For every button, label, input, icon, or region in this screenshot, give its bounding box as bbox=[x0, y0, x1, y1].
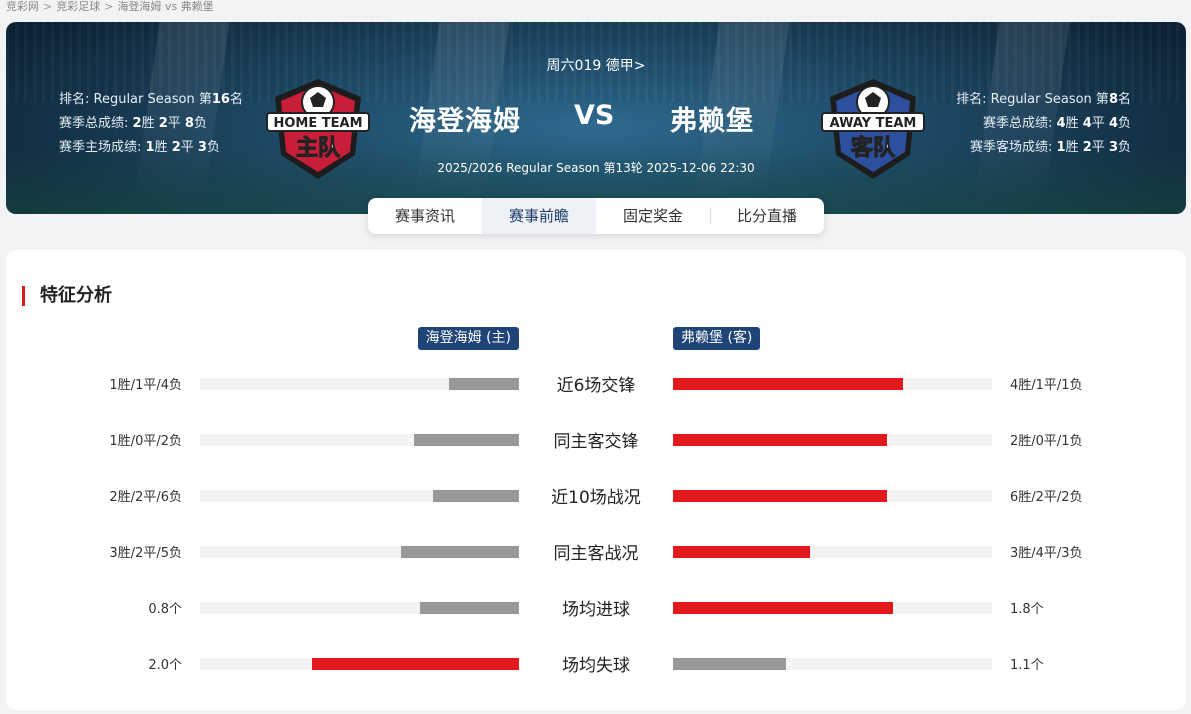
vs-label: VS bbox=[574, 100, 615, 131]
feature-label: 场均失球 bbox=[562, 656, 630, 676]
feature-row: 2胜/2平/6负 近10场战况 6胜/2平/2负 bbox=[6, 481, 1186, 511]
feature-row: 1胜/0平/2负 同主客交锋 2胜/0平/1负 bbox=[6, 425, 1186, 455]
svg-text:客队: 客队 bbox=[851, 135, 896, 161]
home-season-record: 赛季总成绩: 2胜 2平 8负 bbox=[59, 116, 207, 131]
away-feature-bar-track bbox=[673, 546, 992, 558]
home-feature-bar bbox=[413, 434, 519, 446]
home-feature-bar bbox=[432, 490, 519, 502]
home-feature-bar bbox=[400, 546, 519, 558]
breadcrumb-current: 海登海姆 vs 弗赖堡 bbox=[117, 0, 214, 13]
home-rank: 排名: Regular Season 第16名 bbox=[59, 92, 243, 107]
home-feature-value: 3胜/2平/5负 bbox=[109, 546, 182, 561]
feature-label: 近6场交锋 bbox=[556, 376, 636, 396]
section-title: 特征分析 bbox=[22, 286, 112, 306]
svg-text:AWAY TEAM: AWAY TEAM bbox=[830, 116, 917, 131]
away-feature-bar bbox=[673, 434, 887, 446]
away-venue-record: 赛季客场成绩: 1胜 2平 3负 bbox=[970, 140, 1131, 155]
home-venue-record: 赛季主场成绩: 1胜 2平 3负 bbox=[59, 140, 220, 155]
away-team-tag: 弗赖堡 (客) bbox=[673, 327, 761, 350]
home-team-name[interactable]: 海登海姆 bbox=[409, 99, 521, 138]
tab-live-score[interactable]: 比分直播 bbox=[710, 198, 824, 234]
breadcrumb: 竞彩网 > 竞彩足球 > 海登海姆 vs 弗赖堡 bbox=[6, 0, 214, 16]
home-team-tag: 海登海姆 (主) bbox=[417, 327, 519, 350]
away-rank: 排名: Regular Season 第8名 bbox=[956, 92, 1131, 107]
svg-text:HOME TEAM: HOME TEAM bbox=[273, 116, 362, 131]
tab-fixed-odds[interactable]: 固定奖金 bbox=[596, 198, 710, 234]
away-feature-bar-track bbox=[673, 378, 992, 390]
home-feature-value: 0.8个 bbox=[148, 602, 182, 617]
feature-label: 场均进球 bbox=[562, 600, 630, 620]
match-header-banner: 周六019 德甲> 排名: Regular Season 第16名 赛季总成绩:… bbox=[6, 22, 1186, 214]
feature-row: 3胜/2平/5负 同主客战况 3胜/4平/3负 bbox=[6, 537, 1186, 567]
away-feature-bar bbox=[673, 378, 903, 390]
away-feature-value: 1.8个 bbox=[1010, 602, 1044, 617]
home-feature-value: 1胜/0平/2负 bbox=[109, 434, 182, 449]
away-feature-bar bbox=[673, 602, 894, 614]
feature-label: 同主客交锋 bbox=[553, 432, 639, 452]
away-feature-value: 2胜/0平/1负 bbox=[1010, 434, 1083, 449]
away-team-stats: 排名: Regular Season 第8名 赛季总成绩: 4胜 4平 4负 赛… bbox=[956, 88, 1131, 160]
home-feature-bar bbox=[311, 658, 519, 670]
away-team-name[interactable]: 弗赖堡 bbox=[670, 99, 754, 138]
feature-row: 0.8个 场均进球 1.8个 bbox=[6, 593, 1186, 623]
breadcrumb-football-link[interactable]: 竞彩足球 bbox=[56, 0, 100, 13]
tab-match-info[interactable]: 赛事资讯 bbox=[368, 198, 482, 234]
home-feature-value: 2.0个 bbox=[148, 658, 182, 673]
match-season-round-datetime: 2025/2026 Regular Season 第13轮 2025-12-06… bbox=[437, 161, 755, 175]
feature-analysis-card: 特征分析 海登海姆 (主) 弗赖堡 (客) 1胜/1平/4负 近6场交锋 4胜/1平… bbox=[6, 250, 1186, 710]
home-feature-bar-track bbox=[200, 490, 519, 502]
svg-text:主队: 主队 bbox=[296, 136, 341, 161]
home-feature-bar-track bbox=[200, 658, 519, 670]
away-feature-bar bbox=[673, 658, 787, 670]
away-feature-bar-track bbox=[673, 658, 992, 670]
breadcrumb-separator: > bbox=[43, 0, 53, 13]
home-feature-bar bbox=[448, 378, 519, 390]
home-feature-value: 2胜/2平/6负 bbox=[109, 490, 182, 505]
home-feature-bar-track bbox=[200, 434, 519, 446]
away-feature-bar-track bbox=[673, 490, 992, 502]
home-feature-value: 1胜/1平/4负 bbox=[109, 378, 182, 393]
feature-label: 同主客战况 bbox=[553, 544, 639, 564]
breadcrumb-separator: > bbox=[104, 0, 114, 13]
feature-label: 近10场战况 bbox=[551, 488, 641, 508]
breadcrumb-home-link[interactable]: 竞彩网 bbox=[6, 0, 39, 13]
away-feature-value: 6胜/2平/2负 bbox=[1010, 490, 1083, 505]
away-feature-value: 3胜/4平/3负 bbox=[1010, 546, 1083, 561]
away-feature-value: 4胜/1平/1负 bbox=[1010, 378, 1083, 393]
feature-row: 2.0个 场均失球 1.1个 bbox=[6, 649, 1186, 679]
away-feature-bar bbox=[673, 546, 811, 558]
home-feature-bar-track bbox=[200, 378, 519, 390]
tab-match-preview[interactable]: 赛事前瞻 bbox=[482, 198, 596, 234]
feature-row: 1胜/1平/4负 近6场交锋 4胜/1平/1负 bbox=[6, 369, 1186, 399]
away-feature-bar-track bbox=[673, 434, 992, 446]
away-feature-bar-track bbox=[673, 602, 992, 614]
home-team-stats: 排名: Regular Season 第16名 赛季总成绩: 2胜 2平 8负 … bbox=[59, 88, 243, 160]
away-feature-bar bbox=[673, 490, 887, 502]
away-feature-value: 1.1个 bbox=[1010, 658, 1044, 673]
match-code-league-link[interactable]: 周六019 德甲> bbox=[6, 55, 1186, 75]
match-tabs: 赛事资讯 赛事前瞻 固定奖金 比分直播 bbox=[368, 198, 824, 234]
home-feature-bar-track bbox=[200, 546, 519, 558]
home-feature-bar-track bbox=[200, 602, 519, 614]
away-season-record: 赛季总成绩: 4胜 4平 4负 bbox=[983, 116, 1131, 131]
home-feature-bar bbox=[420, 602, 519, 614]
